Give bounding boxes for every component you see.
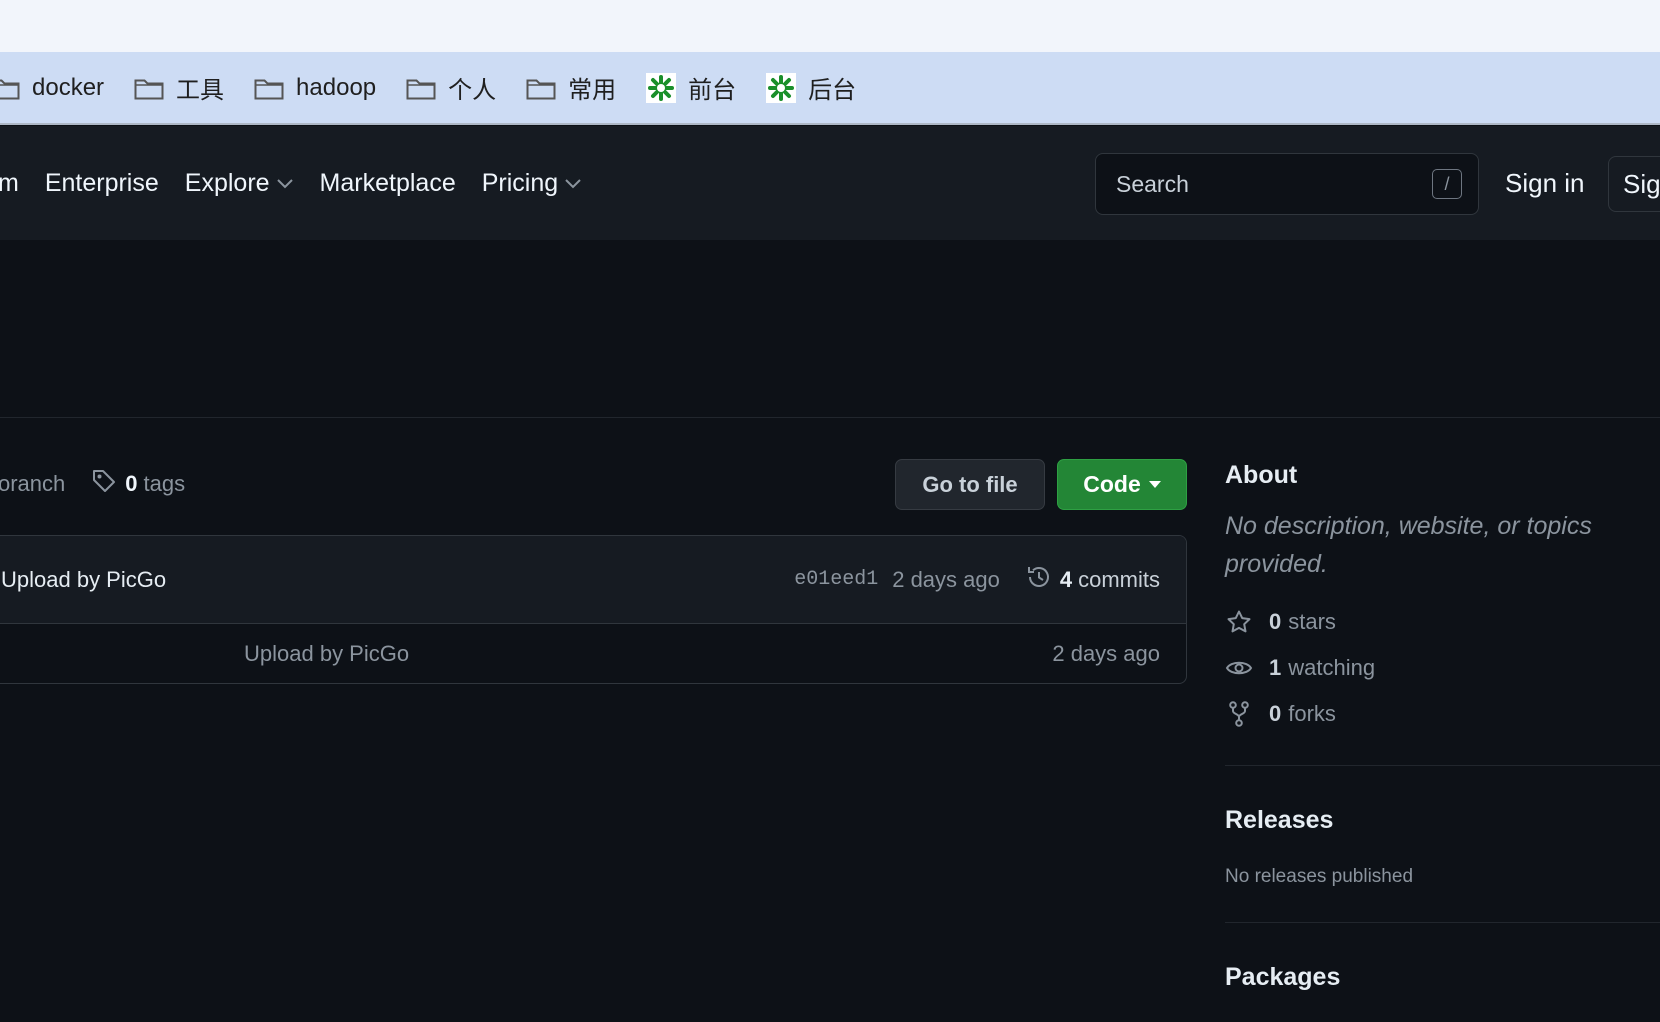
bookmark-label: docker	[32, 73, 105, 101]
nav-label: Explore	[184, 168, 270, 197]
sign-in-link[interactable]: Sign in	[1505, 126, 1585, 240]
site-header: m Enterprise Explore Marketplace Pricing…	[0, 126, 1660, 240]
bookmarks-bar: docker 工具 hadoop 个人 常用 前台 后台	[0, 52, 1660, 125]
nav-item-enterprise[interactable]: Enterprise	[45, 169, 159, 198]
nav-label: Marketplace	[319, 168, 456, 197]
releases-empty-text: No releases published	[1225, 866, 1414, 887]
folder-icon	[526, 76, 556, 100]
nav-label: Pricing	[481, 168, 559, 197]
nav-item-pricing[interactable]: Pricing	[482, 169, 582, 198]
bookmark-personal[interactable]: 个人	[406, 68, 496, 108]
file-commit-message-link[interactable]: Upload by PicGo	[244, 641, 409, 667]
green-asterisk-icon	[766, 72, 797, 103]
commits-label: commits	[1078, 566, 1160, 592]
chevron-down-icon	[276, 177, 294, 189]
bookmark-label: 工具	[176, 77, 225, 104]
bookmark-label: 个人	[448, 77, 497, 104]
bookmark-common[interactable]: 常用	[526, 68, 616, 108]
nav-label: Enterprise	[44, 168, 159, 197]
commit-meta: e01eed1 2 days ago 4 commits	[794, 564, 1160, 596]
divider	[1225, 765, 1660, 766]
file-list: Upload by PicGo e01eed1 2 days ago 4 com…	[0, 535, 1187, 684]
forks-count: 0	[1269, 701, 1282, 726]
tags-link[interactable]: 0 tags	[91, 468, 185, 500]
commit-sha-link[interactable]: e01eed1	[794, 568, 878, 591]
table-row: Upload by PicGo 2 days ago	[0, 624, 1186, 683]
search-shortcut-badge: /	[1432, 169, 1462, 199]
code-button-label: Code	[1083, 471, 1141, 497]
bookmark-label: 常用	[568, 77, 617, 104]
fork-icon	[1225, 700, 1253, 728]
commit-message-link[interactable]: Upload by PicGo	[1, 567, 166, 593]
repo-header-area	[0, 240, 1660, 418]
tags-label: tags	[143, 471, 186, 496]
watchers-link[interactable]: 1 watching	[1225, 645, 1660, 691]
nav-item-marketplace[interactable]: Marketplace	[320, 169, 456, 198]
repo-sidebar: About No description, website, or topics…	[1225, 455, 1660, 992]
bookmark-frontend[interactable]: 前台	[646, 68, 736, 108]
folder-icon	[254, 76, 284, 100]
branch-count-link[interactable]: oranch	[0, 471, 65, 497]
bookmark-hadoop[interactable]: hadoop	[254, 68, 376, 108]
folder-icon	[406, 76, 436, 100]
watchers-count: 1	[1269, 655, 1282, 680]
page: docker 工具 hadoop 个人 常用 前台 后台 m Enterpris…	[0, 0, 1660, 1022]
packages-heading[interactable]: Packages	[1225, 963, 1660, 992]
tags-count: 0	[125, 471, 138, 496]
bookmark-tools[interactable]: 工具	[134, 68, 224, 108]
search-input[interactable]: Search /	[1095, 153, 1479, 215]
code-button[interactable]: Code	[1057, 459, 1187, 510]
folder-icon	[134, 76, 164, 100]
main-nav: m Enterprise Explore Marketplace Pricing	[0, 126, 608, 240]
bookmark-label: hadoop	[296, 73, 377, 101]
divider	[1225, 922, 1660, 923]
bookmark-docker[interactable]: docker	[0, 68, 104, 108]
stars-link[interactable]: 0 stars	[1225, 599, 1660, 645]
folder-icon	[0, 76, 20, 100]
commits-link[interactable]: 4 commits	[1026, 564, 1160, 596]
nav-item-explore[interactable]: Explore	[185, 169, 294, 198]
stars-count: 0	[1269, 609, 1282, 634]
tag-icon	[91, 468, 117, 500]
history-icon	[1026, 564, 1052, 596]
bookmark-label: 后台	[808, 77, 857, 104]
chevron-down-icon	[564, 177, 582, 189]
caret-down-icon	[1148, 481, 1161, 488]
commits-count: 4	[1059, 566, 1073, 592]
watchers-label: watching	[1288, 655, 1376, 680]
about-description: No description, website, or topics provi…	[1225, 512, 1592, 578]
commit-time: 2 days ago	[892, 566, 1000, 592]
latest-commit-row: Upload by PicGo e01eed1 2 days ago 4 com…	[0, 536, 1186, 624]
forks-link[interactable]: 0 forks	[1225, 691, 1660, 737]
bookmark-label: 前台	[688, 77, 737, 104]
browser-top-strip	[0, 0, 1660, 52]
star-icon	[1225, 609, 1253, 635]
bookmark-backend[interactable]: 后台	[766, 68, 856, 108]
branch-tags-row: oranch 0 tags	[0, 458, 185, 510]
eye-icon	[1225, 657, 1253, 679]
nav-item-partial[interactable]: m	[0, 169, 19, 198]
forks-label: forks	[1288, 701, 1336, 726]
stars-label: stars	[1288, 609, 1336, 634]
about-heading: About	[1225, 461, 1298, 489]
releases-heading[interactable]: Releases	[1225, 806, 1660, 846]
file-commit-time: 2 days ago	[1052, 641, 1160, 666]
sign-up-button[interactable]: Sig	[1608, 156, 1660, 212]
go-to-file-button[interactable]: Go to file	[895, 459, 1045, 510]
repo-stats: 0 stars 1 watching 0 forks	[1225, 599, 1660, 737]
green-asterisk-icon	[646, 72, 677, 103]
search-placeholder: Search	[1116, 170, 1189, 197]
